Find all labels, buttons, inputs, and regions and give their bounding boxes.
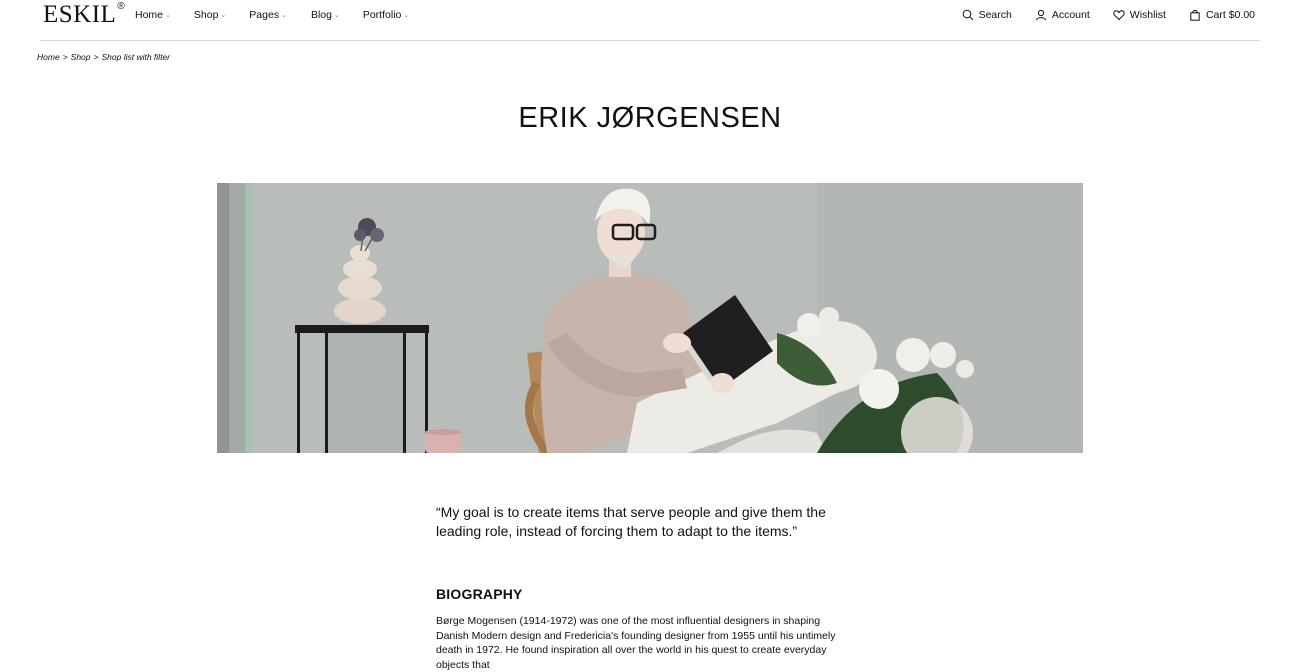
page-title: ERIK JØRGENSEN <box>518 102 782 134</box>
nav-shop[interactable]: Shop ⌄ <box>194 9 226 21</box>
account-label: Account <box>1051 9 1090 21</box>
chevron-down-icon: ⌄ <box>165 12 171 19</box>
chevron-down-icon: ⌄ <box>220 12 227 19</box>
search-link[interactable]: Search <box>962 9 1012 21</box>
account-icon <box>1035 9 1047 21</box>
main-nav: Home ⌄ Shop ⌄ Pages ⌄ Blog ⌄ Portfolio ⌄ <box>135 9 409 21</box>
nav-pages[interactable]: Pages ⌄ <box>249 9 287 21</box>
breadcrumb-shop[interactable]: Shop <box>71 52 91 62</box>
account-link[interactable]: Account <box>1035 9 1090 21</box>
utility-nav: Search Account Wishlist Cart $0.00 <box>939 9 1255 21</box>
nav-home[interactable]: Home ⌄ <box>135 9 171 21</box>
breadcrumb-home[interactable]: Home <box>37 52 60 62</box>
cart-label: Cart $0.00 <box>1205 9 1255 21</box>
bag-icon <box>1190 9 1200 21</box>
biography-heading: BIOGRAPHY <box>436 586 523 602</box>
chevron-down-icon: ⌄ <box>403 12 410 19</box>
cart-link[interactable]: Cart $0.00 <box>1189 9 1255 21</box>
designer-quote: “My goal is to create items that serve p… <box>436 504 826 539</box>
header-divider <box>40 40 1260 41</box>
site-header: ESKIL® Home ⌄ Shop ⌄ Pages ⌄ Blog ⌄ Portfoli… <box>0 0 1300 41</box>
hero-image <box>217 183 1083 453</box>
breadcrumb-separator: > <box>62 52 68 62</box>
chevron-down-icon: ⌄ <box>333 12 340 19</box>
logo[interactable]: ESKIL® <box>43 1 125 29</box>
nav-blog[interactable]: Blog ⌄ <box>311 9 340 21</box>
search-label: Search <box>978 9 1012 21</box>
chevron-down-icon: ⌄ <box>281 12 287 19</box>
wishlist-link[interactable]: Wishlist <box>1113 9 1166 21</box>
breadcrumb-current[interactable]: Shop list with filter <box>101 52 170 62</box>
wishlist-label: Wishlist <box>1129 9 1166 21</box>
breadcrumb: Home > Shop > Shop list with filter <box>37 52 170 62</box>
heart-icon <box>1113 10 1125 21</box>
nav-portfolio[interactable]: Portfolio ⌄ <box>363 9 409 21</box>
biography-text: Børge Mogensen (1914-1972) was one of th… <box>436 615 836 671</box>
search-icon <box>962 9 973 21</box>
breadcrumb-separator: > <box>93 52 99 62</box>
